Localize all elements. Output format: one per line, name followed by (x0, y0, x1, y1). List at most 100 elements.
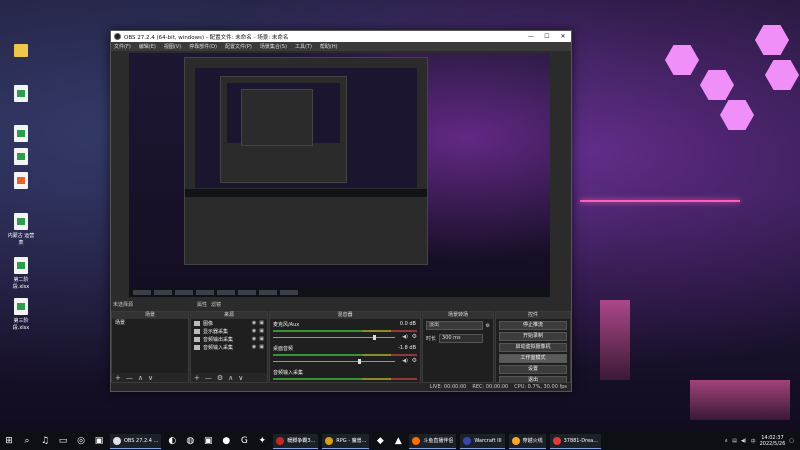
desktop-icon-excel[interactable]: 第二阶段.xlsx (6, 257, 36, 290)
gear-icon[interactable]: ⚙ (412, 357, 417, 364)
desktop-icon-excel[interactable]: 第三阶段.xlsx (6, 298, 36, 331)
start-recording-button[interactable]: 开始录制 (499, 332, 567, 341)
speaker-icon[interactable]: ◀) (402, 334, 408, 340)
pinned-app-icon[interactable]: ▣ (92, 434, 106, 448)
steam-icon[interactable]: ◎ (74, 434, 88, 448)
gear-icon[interactable]: ⚙ (412, 333, 417, 340)
excel-file-icon (14, 148, 28, 165)
obs-titlebar[interactable]: OBS 27.2.4 (64-bit, windows) - 配置文件: 未命名… (111, 31, 571, 42)
volume-slider[interactable] (273, 335, 395, 340)
menu-file[interactable]: 文件(F) (114, 43, 131, 50)
close-button[interactable]: ✕ (555, 33, 571, 40)
filters-button[interactable]: 滤镜 (211, 301, 221, 308)
scene-transitions-dock: 场景转场 淡出 ⚙ 时长 300 ms (422, 311, 494, 383)
studio-mode-button[interactable]: 工作室模式 (499, 354, 567, 363)
input-language[interactable]: 中 (751, 438, 756, 445)
network-icon[interactable]: ▤ (732, 438, 737, 444)
maximize-button[interactable]: ☐ (539, 33, 555, 40)
desktop-icon-excel[interactable] (6, 85, 36, 104)
edge-icon[interactable]: ◐ (165, 434, 179, 448)
volume-slider[interactable] (273, 359, 395, 364)
audio-input-source-icon (194, 344, 200, 350)
visibility-eye-icon[interactable]: ◉ (252, 344, 256, 350)
visibility-eye-icon[interactable]: ◉ (252, 328, 256, 334)
search-icon[interactable]: ⌕ (20, 434, 34, 448)
lock-icon[interactable]: ▣ (259, 336, 264, 342)
desktop-icon-folder[interactable] (6, 40, 36, 59)
menu-tools[interactable]: 工具(T) (295, 43, 312, 50)
desktop-icon-excel[interactable]: 内蒙古 运营表 (6, 213, 36, 246)
audio-mixer-dock: 混音器 麦克风/Aux 0.0 dB ◀) ⚙ 桌面音频 -1.8 dB ◀) … (269, 311, 421, 383)
properties-button[interactable]: 属性 (197, 301, 207, 308)
pinned-app-icon[interactable]: ▣ (201, 434, 215, 448)
system-tray: ∧ ▤ ◀) 中 14:02:37 2022/5/26 ▢ (724, 435, 800, 447)
windows-start-icon[interactable]: ⊞ (2, 434, 16, 448)
source-item[interactable]: 显示器采集 ◉ ▣ (191, 327, 267, 335)
speaker-icon[interactable]: ◀) (402, 358, 408, 364)
taskbar-app-warcraft[interactable]: Warcraft III (460, 433, 505, 449)
obs-logo-icon (114, 33, 121, 40)
taskbar-app-rpg[interactable]: RPG - 魔兽... (322, 433, 370, 449)
move-down-button[interactable]: ∨ (148, 374, 153, 382)
remove-source-button[interactable]: — (205, 374, 212, 382)
channel-name: 音频输入采集 (273, 370, 304, 376)
stop-streaming-button[interactable]: 停止推流 (499, 321, 567, 330)
lock-icon[interactable]: ▣ (259, 328, 264, 334)
headset-icon[interactable]: ♫ (38, 434, 52, 448)
lock-icon[interactable]: ▣ (259, 320, 264, 326)
minimize-button[interactable]: — (523, 33, 539, 40)
pinned-app-icon[interactable]: ✦ (255, 434, 269, 448)
menu-scene-collection[interactable]: 场景集合(S) (260, 43, 287, 50)
wechat-icon[interactable]: ◍ (183, 434, 197, 448)
taskbar-app-dream[interactable]: 37881-Drea... (549, 433, 601, 449)
channel-name: 麦克风/Aux (273, 322, 300, 328)
visibility-eye-icon[interactable]: ◉ (252, 320, 256, 326)
desktop-icon-ppt[interactable] (6, 172, 36, 191)
desktop-icon-excel[interactable] (6, 125, 36, 144)
desktop-icon-excel[interactable] (6, 148, 36, 167)
pinned-app-icon[interactable]: ◆ (373, 434, 387, 448)
tray-chevron-icon[interactable]: ∧ (724, 438, 728, 444)
taskbar-app-crossfire[interactable]: 穿越火线 (508, 433, 546, 449)
move-up-button[interactable]: ∧ (228, 374, 233, 382)
source-item[interactable]: 音频输入采集 ◉ ▣ (191, 343, 267, 351)
remove-scene-button[interactable]: — (126, 374, 133, 382)
volume-knob[interactable] (358, 359, 362, 364)
visibility-eye-icon[interactable]: ◉ (252, 336, 256, 342)
pinned-app-icon[interactable]: ● (219, 434, 233, 448)
preview-canvas[interactable] (129, 53, 550, 297)
taskbar-app-label: Warcraft III (474, 437, 502, 444)
menu-profile[interactable]: 配置文件(P) (225, 43, 252, 50)
pinned-app-icon[interactable]: ▲ (391, 434, 405, 448)
menu-view[interactable]: 视图(V) (164, 43, 181, 50)
duration-input[interactable]: 300 ms (439, 334, 484, 343)
menu-docks[interactable]: 停靠部件(D) (189, 43, 217, 50)
obs-window[interactable]: OBS 27.2.4 (64-bit, windows) - 配置文件: 未命名… (110, 30, 572, 392)
sources-footer: + — ⚙ ∧ ∨ (191, 373, 267, 382)
taskbar-app-obs[interactable]: OBS 27.2.4 ... (110, 433, 162, 449)
gear-icon[interactable]: ⚙ (217, 374, 223, 382)
add-source-button[interactable]: + (194, 374, 200, 382)
app-icon (511, 436, 520, 445)
menu-edit[interactable]: 编辑(E) (139, 43, 156, 50)
transition-type-select[interactable]: 淡出 (426, 321, 483, 330)
volume-knob[interactable] (373, 335, 377, 340)
source-item[interactable]: 音频输出采集 ◉ ▣ (191, 335, 267, 343)
notification-icon[interactable]: ▢ (789, 438, 794, 444)
settings-button[interactable]: 设置 (499, 365, 567, 374)
move-up-button[interactable]: ∧ (138, 374, 143, 382)
taskbar-app-warcraft3[interactable]: 暖脚争霸3... (273, 433, 319, 449)
menu-help[interactable]: 帮助(H) (320, 43, 338, 50)
clock[interactable]: 14:02:37 2022/5/26 (760, 435, 786, 447)
lock-icon[interactable]: ▣ (259, 344, 264, 350)
pinned-app-icon[interactable]: G (237, 434, 251, 448)
add-scene-button[interactable]: + (115, 374, 121, 382)
virtual-camera-button[interactable]: 启动虚拟摄像机 (499, 343, 567, 352)
volume-icon[interactable]: ◀) (741, 438, 747, 444)
taskbar-app-douyu[interactable]: 斗鱼直播伴侣 (409, 433, 457, 449)
task-view-icon[interactable]: ▭ (56, 434, 70, 448)
source-item[interactable]: 图像 ◉ ▣ (191, 319, 267, 327)
gear-icon[interactable]: ⚙ (486, 323, 490, 329)
move-down-button[interactable]: ∨ (238, 374, 243, 382)
scene-item[interactable]: 场景 (112, 319, 188, 327)
